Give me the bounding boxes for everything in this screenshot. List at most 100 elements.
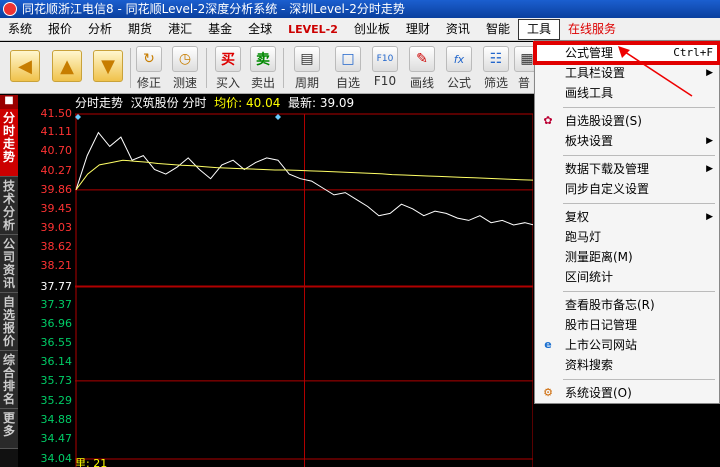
title-bar: 同花顺浙江电信8 - 同花顺Level-2深度分析系统 - 深圳Level-2分… [0,0,720,18]
menu-futures[interactable]: 期货 [120,19,160,40]
app-logo-icon [3,2,17,16]
drawline-button[interactable]: ✎ 画线 [405,46,439,91]
view-tabs: ■ 分时走势 技术分析 公司资讯 自选报价 综合排名 更多 [0,95,18,467]
formula-label: 公式 [446,76,471,90]
modify-button[interactable]: ↻ 修正 [132,46,166,91]
menu-item-marquee[interactable]: 跑马灯 [535,227,719,247]
menu-finance[interactable]: 理财 [398,19,438,40]
menu-quote[interactable]: 报价 [40,19,80,40]
modify-label: 修正 [136,76,161,90]
y-tick-label: 37.37 [40,297,73,311]
measure-label: 测速 [172,76,197,90]
tab-technical[interactable]: 技术分析 [0,177,18,235]
menu-item-label: 区间统计 [565,270,614,284]
formula-button[interactable]: fx 公式 [442,46,476,91]
menu-level2[interactable]: LEVEL-2 [280,19,346,40]
y-tick-label: 38.21 [40,259,73,273]
y-tick-label: 41.50 [40,107,73,120]
ie-icon: e [544,338,552,351]
menu-hk-fx[interactable]: 港汇 [160,19,200,40]
y-tick-label: 40.27 [40,163,73,177]
period-button[interactable]: ▤ 周期 [290,46,324,91]
watchlist-label: 自选 [335,76,360,90]
menu-analysis[interactable]: 分析 [80,19,120,40]
sell-button[interactable]: 卖 卖出 [246,46,280,91]
y-tick-label: 34.04 [40,452,73,465]
y-axis: 41.50 41.11 40.70 40.27 39.86 39.45 39.03 38.62… [18,95,75,467]
menu-item-info-search[interactable]: 资料搜索 [535,355,719,375]
buy-button[interactable]: 买 买入 [211,46,245,91]
watchlist-icon: □ [335,46,361,72]
menu-smart[interactable]: 智能 [478,19,518,40]
menu-item-label: 上市公司网站 [565,338,638,352]
menu-online-service[interactable]: 在线服务 [560,19,624,40]
menu-bar: 系统 报价 分析 期货 港汇 基金 全球 LEVEL-2 创业板 理财 资讯 智… [0,18,720,41]
y-tick-label: 35.29 [40,394,73,408]
tab-watch-quote[interactable]: 自选报价 [0,293,18,351]
pin-icon[interactable]: ■ [0,95,18,109]
sell-label: 卖出 [250,76,275,90]
volume-label: 里: 21 [75,457,108,467]
menu-item-interval-stats[interactable]: 区间统计 [535,267,719,287]
pencil-icon: ✎ [409,46,435,72]
time-marker [275,114,281,120]
menu-item-sync-settings[interactable]: 同步自定义设置 [535,179,719,199]
measure-speed-button[interactable]: ◷ 测速 [168,46,202,91]
menu-item-adjust-price[interactable]: 复权 ▶ [535,207,719,227]
filter-icon: ☷ [483,46,509,72]
menu-item-view-memo[interactable]: 查看股市备忘(R) [535,295,719,315]
f10-button[interactable]: F10 F10 [368,46,402,88]
toolbar-separator [283,48,284,88]
menu-separator [563,155,715,156]
menu-separator [563,291,715,292]
menu-global[interactable]: 全球 [240,19,280,40]
price-plot[interactable] [75,95,533,467]
menu-item-data-download[interactable]: 数据下载及管理 ▶ [535,159,719,179]
menu-item-label: 股市日记管理 [565,318,638,332]
clock-icon: ◷ [172,46,198,72]
submenu-arrow-icon: ▶ [706,136,713,146]
menu-separator [563,107,715,108]
menu-system[interactable]: 系统 [0,19,40,40]
y-tick-label: 41.11 [40,125,73,139]
menu-item-measure-distance[interactable]: 测量距离(M) [535,247,719,267]
back-arrow-icon[interactable]: ◀ [10,50,40,82]
sell-icon: 卖 [250,46,276,72]
up-arrow-icon[interactable]: ▲ [52,50,82,82]
menu-item-system-settings[interactable]: ⚙ 系统设置(O) [535,383,719,403]
y-tick-label: 34.47 [40,432,73,446]
y-tick-label: 39.03 [40,221,73,235]
palette-icon: ✿ [543,114,553,127]
more-label: 普 [517,76,530,90]
y-tick-label: 36.96 [40,316,73,330]
tab-company-info[interactable]: 公司资讯 [0,235,18,293]
menu-item-watchlist-settings[interactable]: ✿ 自选股设置(S) [535,111,719,131]
f10-label: F10 [373,74,397,88]
menu-fund[interactable]: 基金 [200,19,240,40]
down-arrow-icon[interactable]: ▼ [93,50,123,82]
screen-button[interactable]: ☷ 筛选 [479,46,513,91]
menu-item-label: 自选股设置(S) [565,114,642,128]
intraday-chart[interactable]: 41.50 41.11 40.70 40.27 39.86 39.45 39.03 38.62… [18,95,533,467]
tab-more[interactable]: 更多 [0,409,18,449]
menu-separator [563,203,715,204]
menu-tools[interactable]: 工具 [517,18,560,40]
tab-intraday[interactable]: 分时走势 [0,109,18,177]
tab-ranking[interactable]: 综合排名 [0,351,18,409]
watchlist-button[interactable]: □ 自选 [331,46,365,91]
menu-item-diary-manage[interactable]: 股市日记管理 [535,315,719,335]
menu-item-label: 数据下载及管理 [565,162,650,176]
menu-item-sector-settings[interactable]: 板块设置 ▶ [535,131,719,151]
menu-item-label: 查看股市备忘(R) [565,298,655,312]
toolbar-separator [130,48,131,88]
annotation-arrow-icon [618,46,693,97]
period-icon: ▤ [294,46,320,72]
more-icon: ▦ [514,46,534,72]
menu-item-company-website[interactable]: e 上市公司网站 [535,335,719,355]
window-title: 同花顺浙江电信8 - 同花顺Level-2深度分析系统 - 深圳Level-2分… [22,2,405,16]
menu-news[interactable]: 资讯 [438,19,478,40]
more-toolbar-button[interactable]: ▦ 普 [514,46,534,91]
y-tick-label: 35.73 [40,373,73,387]
last-price: 最新: 39.09 [287,96,355,110]
menu-gem[interactable]: 创业板 [346,19,398,40]
